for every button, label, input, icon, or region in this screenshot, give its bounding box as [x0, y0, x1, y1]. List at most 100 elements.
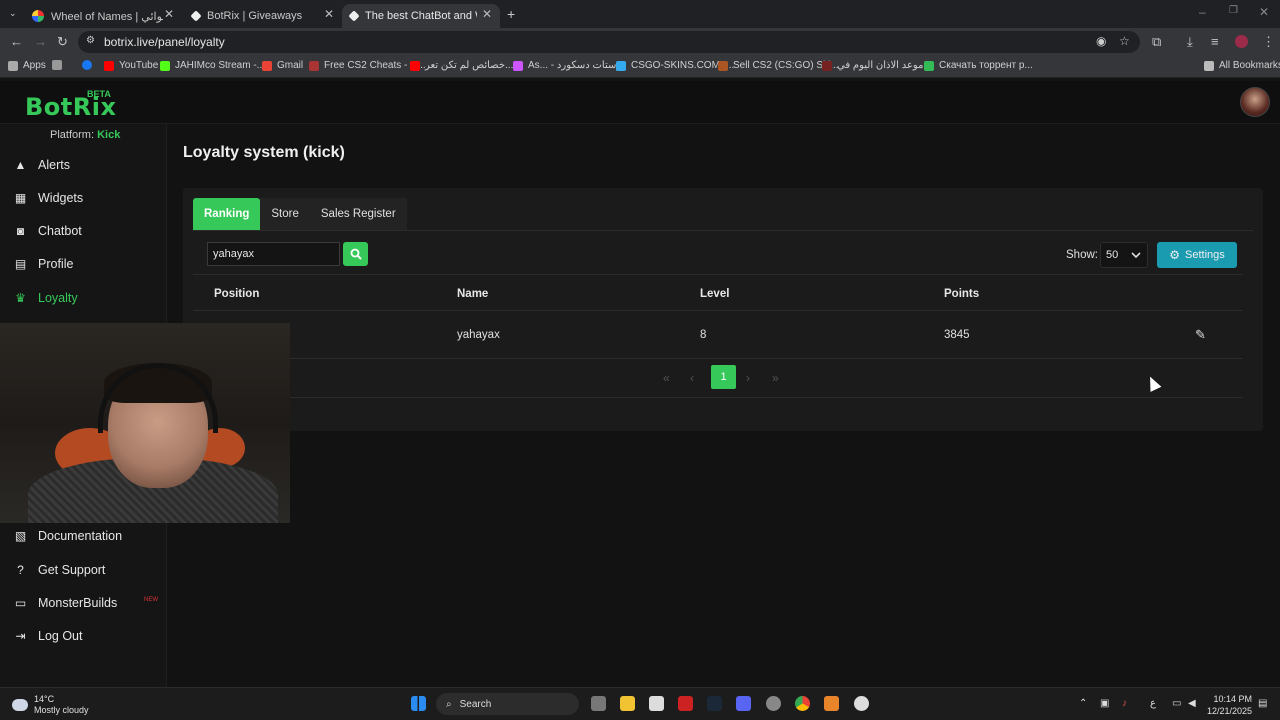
bookmark-item[interactable]	[82, 60, 97, 70]
taskbar: 14°C Mostly cloudy ⌕ Search ⌃ ▣ ♪ ع ▭ ◀ 10…	[0, 687, 1280, 720]
bookmark-item[interactable]	[52, 60, 67, 70]
app-icon[interactable]	[824, 696, 839, 711]
bookmark-item[interactable]: Скачать торрент р...	[924, 60, 1033, 71]
platform-indicator: Platform: Kick	[50, 129, 121, 141]
windows-start-icon[interactable]	[411, 696, 426, 711]
sidebar-item-widgets[interactable]: ▦ Widgets	[13, 188, 83, 208]
browser-tab[interactable]: Wheel of Names | اسم العشوائي ✕	[24, 4, 182, 28]
tab-store[interactable]: Store	[260, 198, 310, 230]
bookmark-item[interactable]: موعد الاذان اليوم في...	[822, 60, 932, 71]
bookmark-item[interactable]: YouTube	[104, 60, 158, 71]
browser-tab[interactable]: BotRix | Giveaways ✕	[184, 4, 342, 28]
sidebar-item-get-support[interactable]: ? Get Support	[13, 560, 105, 580]
close-tab-icon[interactable]: ✕	[164, 7, 174, 21]
search-button[interactable]	[343, 242, 368, 266]
tab-ranking[interactable]: Ranking	[193, 198, 261, 230]
bookmark-item[interactable]: Free CS2 Cheats - D...	[309, 60, 426, 71]
obs-icon[interactable]	[854, 696, 869, 711]
search-input[interactable]	[207, 242, 340, 266]
sidebar-item-chatbot[interactable]: ◙ Chatbot	[13, 221, 82, 241]
show-label: Show:	[1066, 249, 1098, 261]
language-indicator[interactable]: ع	[1150, 698, 1156, 709]
minimize-icon[interactable]: –	[1199, 5, 1206, 19]
tab-list-chevron-icon[interactable]: ⌄	[9, 8, 17, 19]
cell-level: 8	[700, 329, 707, 341]
question-icon: ?	[17, 563, 24, 577]
app-icon[interactable]	[766, 696, 781, 711]
tray-chevron-icon[interactable]: ⌃	[1079, 698, 1087, 709]
microphone-icon[interactable]: ♪	[1122, 698, 1127, 709]
sidebar-item-logout[interactable]: ⇥ Log Out	[13, 626, 82, 646]
forward-arrow-icon[interactable]: →	[34, 34, 47, 49]
download-icon[interactable]: ⤓	[1187, 34, 1193, 50]
media-icon[interactable]: ≡	[1211, 34, 1219, 49]
settings-button[interactable]: ⚙ Settings	[1157, 242, 1237, 268]
robot-icon: ◙	[16, 224, 25, 238]
prev-page-icon[interactable]: ‹	[690, 371, 694, 385]
column-header-level[interactable]: Level	[700, 288, 729, 300]
main-content: Loyalty system (kick) Ranking Store Sale…	[168, 124, 1280, 687]
all-bookmarks[interactable]: All Bookmarks	[1204, 60, 1280, 71]
bookmark-item[interactable]: Apps	[8, 60, 46, 71]
file-explorer-icon[interactable]	[620, 696, 635, 711]
clock[interactable]: 10:14 PM 12/21/2025	[1207, 693, 1252, 717]
edit-pencil-icon[interactable]: ✎	[1195, 327, 1206, 343]
gmail-icon	[262, 60, 272, 71]
new-tab-icon[interactable]: +	[507, 6, 515, 22]
tab-bar: Ranking Store Sales Register	[193, 198, 407, 230]
browser-tab-active[interactable]: The best ChatBot and Widgets ✕	[342, 4, 500, 28]
bookmark-item[interactable]: As... - بوستات دسكورد	[513, 60, 624, 71]
column-header-position[interactable]: Position	[214, 288, 259, 300]
app-icon[interactable]	[649, 696, 664, 711]
sidebar-item-loyalty[interactable]: ♛ Loyalty	[13, 288, 78, 308]
maximize-icon[interactable]: ❐	[1229, 5, 1238, 16]
extensions-icon[interactable]: ⧉	[1152, 34, 1161, 50]
column-header-name[interactable]: Name	[457, 288, 488, 300]
close-tab-icon[interactable]: ✕	[482, 7, 492, 21]
wheel-favicon-icon	[32, 10, 44, 22]
bookmark-item[interactable]: Sell CS2 (CS:GO) Ski...	[718, 60, 839, 71]
profile-avatar-icon[interactable]	[1235, 35, 1248, 48]
tray-app-icon[interactable]: ▣	[1100, 698, 1109, 709]
sidebar-item-alerts[interactable]: ▲ Alerts	[13, 155, 70, 175]
book-icon: ▧	[14, 529, 27, 543]
back-arrow-icon[interactable]: ←	[10, 34, 23, 49]
sidebar-item-monsterbuilds[interactable]: ▭ MonsterBuilds	[13, 593, 117, 613]
notification-icon[interactable]: ▤	[1258, 698, 1267, 709]
user-avatar[interactable]	[1240, 87, 1270, 117]
discord-icon[interactable]	[736, 696, 751, 711]
next-page-icon[interactable]: ›	[746, 371, 750, 385]
bookmark-item[interactable]: JAHIMco Stream -...	[160, 60, 265, 71]
column-header-points[interactable]: Points	[944, 288, 979, 300]
chrome-icon[interactable]	[795, 696, 810, 711]
app-icon[interactable]	[678, 696, 693, 711]
eye-off-icon[interactable]: ◉	[1096, 34, 1106, 48]
new-badge: NEW	[144, 597, 158, 603]
beta-badge: BETA	[87, 89, 111, 99]
tab-sales-register[interactable]: Sales Register	[309, 198, 407, 230]
page-button-current[interactable]: 1	[711, 365, 736, 389]
first-page-icon[interactable]: «	[663, 371, 670, 385]
network-icon[interactable]: ▭	[1172, 698, 1181, 709]
weather-widget[interactable]: 14°C Mostly cloudy	[12, 694, 89, 716]
bookmark-item[interactable]: Gmail	[262, 60, 303, 71]
task-view-icon[interactable]	[591, 696, 606, 711]
bookmark-item[interactable]: CSGO-SKINS.COM -...	[616, 60, 734, 71]
sidebar-item-documentation[interactable]: ▧ Documentation	[13, 526, 122, 546]
taskbar-search[interactable]: ⌕ Search	[436, 693, 579, 715]
menu-icon[interactable]: ⋮	[1262, 34, 1275, 50]
close-tab-icon[interactable]: ✕	[324, 7, 334, 21]
bookmark-item[interactable]: خصائص لم تكن تعر...	[410, 60, 513, 71]
grid-icon	[52, 60, 62, 70]
close-window-icon[interactable]: ✕	[1259, 5, 1269, 19]
sidebar-item-profile[interactable]: ▤ Profile	[13, 254, 74, 274]
reload-icon[interactable]: ↻	[57, 34, 68, 50]
page-size-select[interactable]: 50	[1100, 242, 1148, 268]
star-icon[interactable]: ☆	[1119, 34, 1130, 48]
url-field[interactable]: ⚙ botrix.live/panel/loyalty ◉ ☆	[78, 31, 1140, 53]
last-page-icon[interactable]: »	[772, 371, 779, 385]
site-info-icon[interactable]: ⚙	[86, 35, 95, 46]
divider	[193, 274, 1243, 275]
volume-icon[interactable]: ◀	[1188, 698, 1196, 709]
steam-icon[interactable]	[707, 696, 722, 711]
